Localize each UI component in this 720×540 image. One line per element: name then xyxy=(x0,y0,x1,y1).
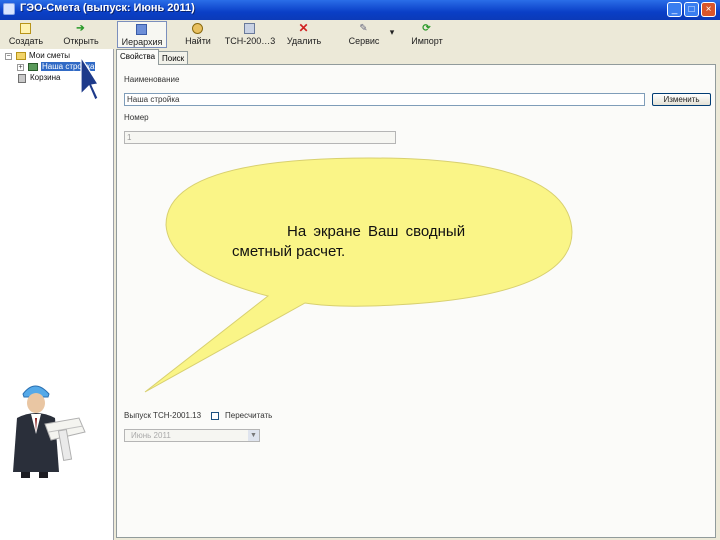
service-button[interactable]: ✎ Сервис xyxy=(344,21,384,48)
create-button[interactable]: Создать xyxy=(4,21,48,48)
new-icon xyxy=(20,23,31,34)
release-select[interactable]: Июнь 2011 ▼ xyxy=(124,429,260,442)
service-icon: ✎ xyxy=(359,23,368,34)
name-label: Наименование xyxy=(124,75,180,84)
maximize-button[interactable]: □ xyxy=(684,2,699,17)
number-field[interactable]: 1 xyxy=(124,131,396,144)
service-dropdown-arrow[interactable]: ▾ xyxy=(386,21,398,48)
tree-toggle-collapse[interactable]: − xyxy=(5,53,12,60)
tree-toggle-expand[interactable]: + xyxy=(17,64,24,71)
recalculate-label: Пересчитать xyxy=(225,411,273,420)
delete-icon: ✕ xyxy=(298,21,309,35)
tree-item-my-estimates[interactable]: Мои сметы xyxy=(29,51,70,60)
hierarchy-icon xyxy=(136,24,147,35)
tab-search[interactable]: Поиск xyxy=(158,51,188,65)
title-bar: ГЭО-Смета (выпуск: Июнь 2011) _ □ × xyxy=(0,0,720,20)
find-icon xyxy=(192,23,203,34)
tsn-button[interactable]: ТСН-200…3 xyxy=(224,21,276,48)
folder-icon xyxy=(16,52,26,60)
callout-line-1: На экране Ваш сводный xyxy=(287,223,466,240)
chevron-down-icon[interactable]: ▼ xyxy=(248,430,259,441)
name-field[interactable]: Наша стройка xyxy=(124,93,645,106)
trash-icon xyxy=(18,74,26,83)
toolbar: Создать ➔ Открыть Иерархия Найти ТСН-200… xyxy=(0,20,720,50)
release-select-value: Июнь 2011 xyxy=(131,431,171,440)
chevron-down-icon: ▾ xyxy=(389,27,395,37)
tab-properties[interactable]: Свойства xyxy=(116,49,159,65)
tsn-icon xyxy=(244,23,255,34)
properties-panel: Наименование Наша стройка Изменить Номер… xyxy=(116,64,716,538)
number-label: Номер xyxy=(124,113,149,122)
window-title: ГЭО-Смета (выпуск: Июнь 2011) xyxy=(20,2,195,14)
engineer-illustration xyxy=(1,366,93,478)
hierarchy-button[interactable]: Иерархия xyxy=(117,21,167,48)
tree-item-trash[interactable]: Корзина xyxy=(30,73,60,82)
callout-text: На экране Ваш сводный сметный расчет. xyxy=(227,222,527,262)
app-icon xyxy=(3,3,15,15)
delete-button[interactable]: ✕ Удалить xyxy=(283,21,325,48)
recalculate-checkbox[interactable] xyxy=(211,412,219,420)
open-arrow-icon: ➔ xyxy=(76,23,85,34)
import-icon: ⟳ xyxy=(422,23,431,34)
callout-line-2: сметный расчет. xyxy=(232,243,346,260)
mouse-cursor-icon xyxy=(80,56,98,101)
import-button[interactable]: ⟳ Импорт xyxy=(406,21,448,48)
close-button[interactable]: × xyxy=(701,2,716,17)
change-button[interactable]: Изменить xyxy=(652,93,711,106)
find-button[interactable]: Найти xyxy=(178,21,218,48)
construction-icon xyxy=(28,63,38,71)
open-button[interactable]: ➔ Открыть xyxy=(58,21,104,48)
main-panel: Свойства Поиск Наименование Наша стройка… xyxy=(114,49,720,540)
release-label: Выпуск ТСН-2001.13 xyxy=(124,411,202,420)
minimize-button[interactable]: _ xyxy=(667,2,682,17)
